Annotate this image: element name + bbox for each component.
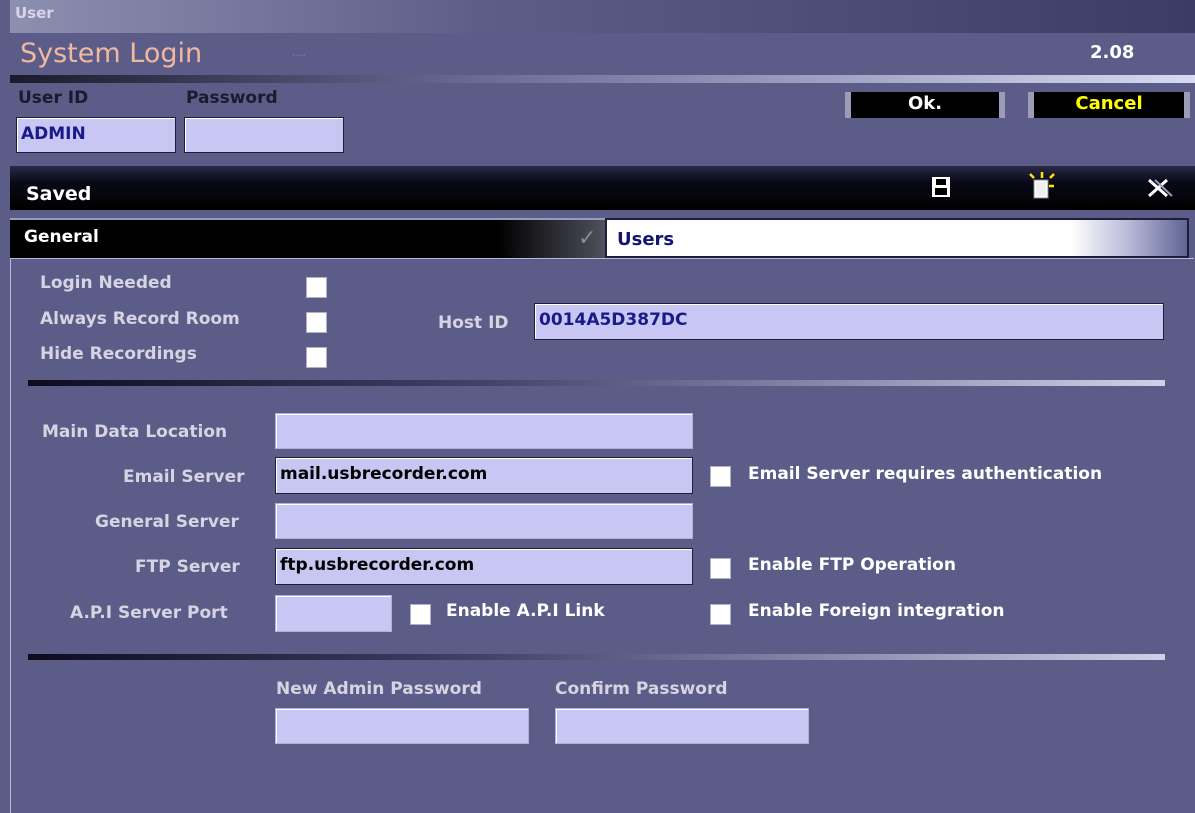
email-auth-checkbox[interactable] [710, 466, 731, 487]
delete-icon[interactable] [1145, 176, 1175, 200]
divider [28, 654, 1165, 660]
divider [28, 380, 1165, 386]
user-id-label: User ID [18, 88, 89, 108]
email-server-label: Email Server [123, 467, 245, 487]
enable-ftp-checkbox[interactable] [710, 558, 731, 579]
tab-general[interactable]: General ✓ [10, 218, 605, 258]
password-field[interactable] [184, 117, 344, 153]
status-text: Saved [26, 183, 92, 205]
status-bar [10, 166, 1195, 210]
general-server-field[interactable] [275, 503, 693, 539]
enable-api-label: Enable A.P.I Link [446, 601, 605, 621]
api-port-label: A.P.I Server Port [70, 603, 228, 623]
main-data-field[interactable] [275, 413, 693, 449]
new-admin-password-field[interactable] [275, 708, 529, 744]
login-needed-label: Login Needed [40, 273, 172, 293]
api-port-field[interactable] [275, 595, 392, 632]
enable-ftp-label: Enable FTP Operation [748, 555, 956, 575]
always-record-checkbox[interactable] [306, 312, 327, 333]
tab-general-label: General [24, 227, 99, 247]
tab-users[interactable]: Users [605, 218, 1189, 258]
enable-foreign-checkbox[interactable] [710, 604, 731, 625]
header-divider [10, 75, 1195, 83]
hide-recordings-label: Hide Recordings [40, 344, 197, 364]
hide-recordings-checkbox[interactable] [306, 347, 327, 368]
ftp-server-label: FTP Server [135, 557, 240, 577]
tab-users-label: Users [617, 229, 675, 250]
app-name: User [15, 4, 54, 22]
main-data-label: Main Data Location [42, 422, 228, 442]
version-label: 2.08 [1090, 42, 1135, 63]
new-document-icon[interactable] [1024, 170, 1060, 204]
host-id-field[interactable]: 0014A5D387DC [534, 303, 1164, 340]
confirm-password-label: Confirm Password [555, 679, 728, 699]
enable-api-checkbox[interactable] [410, 604, 431, 625]
page-title: System Login [20, 38, 203, 69]
host-id-label: Host ID [438, 313, 509, 333]
save-icon[interactable] [931, 176, 951, 198]
password-label: Password [186, 88, 278, 108]
email-server-field[interactable]: mail.usbrecorder.com [275, 457, 693, 494]
login-needed-checkbox[interactable] [306, 277, 327, 298]
ok-button[interactable]: Ok. [845, 92, 1005, 118]
new-admin-password-label: New Admin Password [276, 679, 482, 699]
title-bar [10, 0, 1195, 33]
user-id-field[interactable]: ADMIN [16, 117, 176, 153]
confirm-password-field[interactable] [555, 708, 809, 744]
always-record-label: Always Record Room [40, 309, 240, 329]
enable-foreign-label: Enable Foreign integration [748, 601, 1005, 621]
email-auth-label: Email Server requires authentication [748, 464, 1103, 484]
general-server-label: General Server [95, 512, 239, 532]
title-dots: .... [292, 46, 306, 59]
check-icon: ✓ [578, 226, 597, 251]
cancel-button[interactable]: Cancel [1028, 92, 1190, 118]
ftp-server-field[interactable]: ftp.usbrecorder.com [275, 548, 693, 585]
